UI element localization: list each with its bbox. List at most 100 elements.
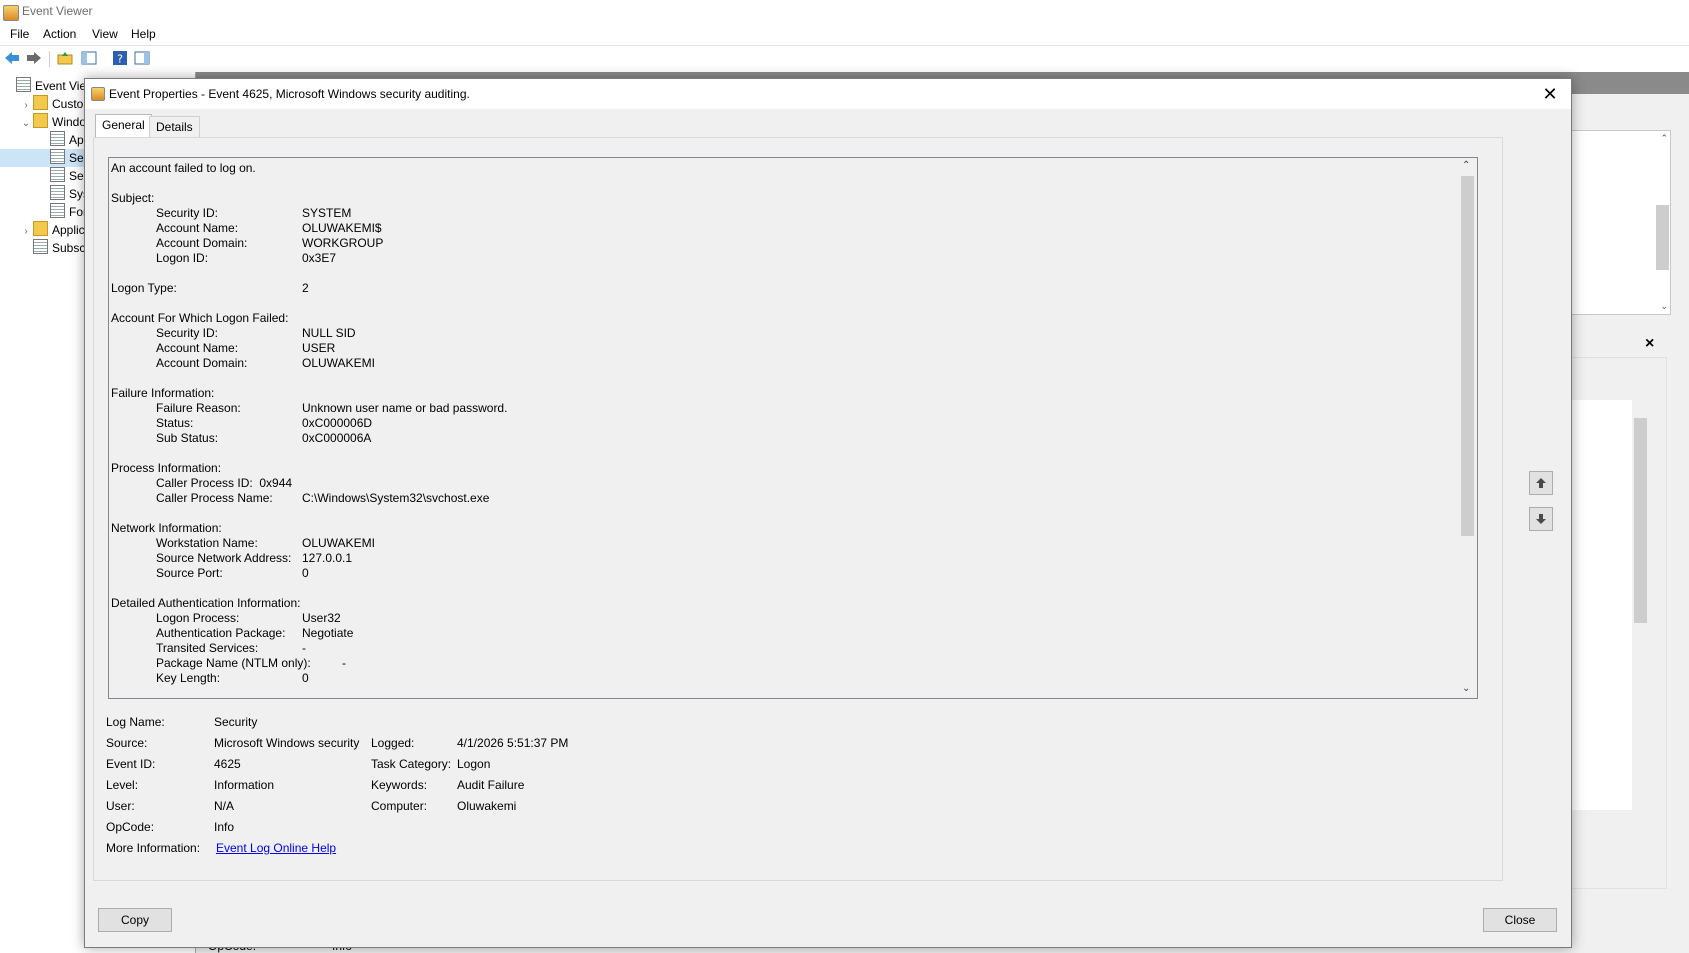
description-value: USER xyxy=(302,341,336,355)
description-label: Source Network Address: xyxy=(156,551,292,565)
description-label: Failure Reason: xyxy=(156,401,241,415)
description-label: Account Domain: xyxy=(156,356,248,370)
menu-help[interactable]: Help xyxy=(129,27,158,41)
description-label: Caller Process Name: xyxy=(156,491,273,505)
app-title: Event Viewer xyxy=(22,4,93,18)
description-value: User32 xyxy=(302,611,341,625)
background-scrollbar-thumb[interactable] xyxy=(1656,205,1669,270)
scroll-up-icon[interactable]: ⌃ xyxy=(1462,160,1470,171)
menu-action[interactable]: Action xyxy=(41,27,78,41)
description-label: Security ID: xyxy=(156,326,219,340)
description-label: Account Name: xyxy=(156,341,239,355)
show-hide-tree-icon[interactable] xyxy=(80,49,98,67)
copy-button[interactable]: Copy xyxy=(98,908,172,932)
forward-icon[interactable] xyxy=(25,49,43,67)
folder-icon xyxy=(33,95,48,110)
log-icon xyxy=(50,167,65,182)
description-value: 127.0.0.1 xyxy=(302,551,353,565)
log-icon xyxy=(16,77,31,92)
description-value: 0 xyxy=(302,671,309,685)
description-label: Package Name (NTLM only): xyxy=(156,656,311,670)
description-label: Account Domain: xyxy=(156,236,248,250)
log-icon xyxy=(50,131,65,146)
dialog-app-icon xyxy=(91,87,105,101)
description-label: Subject: xyxy=(111,191,155,205)
description-label: Authentication Package: xyxy=(156,626,286,640)
log-icon xyxy=(50,149,65,164)
menu-file[interactable]: File xyxy=(8,27,31,41)
description-scrollbar[interactable]: ⌃ ⌄ xyxy=(1459,158,1476,696)
description-label: Status: xyxy=(156,416,194,430)
up-folder-icon[interactable] xyxy=(56,49,74,67)
log-icon xyxy=(50,203,65,218)
background-detail-pane xyxy=(1571,357,1667,889)
folder-icon xyxy=(33,221,48,236)
next-event-button[interactable] xyxy=(1529,507,1553,531)
arrow-down-icon xyxy=(1536,514,1546,524)
scroll-down-icon[interactable]: ⌄ xyxy=(1462,683,1470,694)
background-list: ⌃ ⌄ xyxy=(1571,130,1671,315)
dialog-title: Event Properties - Event 4625, Microsoft… xyxy=(109,87,470,101)
description-value: 0xC000006D xyxy=(302,416,373,430)
description-value: OLUWAKEMI xyxy=(302,536,375,550)
event-description-box[interactable]: An account failed to log on. Subject: Secu… xyxy=(108,157,1478,699)
toolbar: ? xyxy=(0,46,1689,70)
event-viewer-app-icon xyxy=(3,5,19,21)
description-value: Negotiate xyxy=(302,626,354,640)
description-label: An account failed to log on. xyxy=(111,161,256,175)
description-label: Logon Process: xyxy=(156,611,240,625)
svg-text:?: ? xyxy=(117,53,123,66)
description-value: 0x3E7 xyxy=(302,251,337,265)
background-detail-text xyxy=(1572,400,1632,810)
description-label: Network Information: xyxy=(111,521,222,535)
description-value: OLUWAKEMI$ xyxy=(302,221,382,235)
scroll-up-icon[interactable]: ⌃ xyxy=(1660,133,1668,144)
description-label: Account For Which Logon Failed: xyxy=(111,311,289,325)
dialog-title-bar: Event Properties - Event 4625, Microsoft… xyxy=(85,79,1571,109)
log-icon xyxy=(50,185,65,200)
description-label: Process Information: xyxy=(111,461,222,475)
action-pane-icon[interactable] xyxy=(133,49,151,67)
description-value: - xyxy=(302,641,306,655)
dialog-close-icon[interactable]: ✕ xyxy=(1539,83,1561,105)
background-detail-scrollbar-thumb[interactable] xyxy=(1634,418,1647,623)
description-value: C:\Windows\System32\svchost.exe xyxy=(302,491,490,505)
description-scrollbar-thumb[interactable] xyxy=(1461,176,1474,536)
close-button[interactable]: Close xyxy=(1483,908,1557,932)
event-log-online-help-link[interactable]: Event Log Online Help xyxy=(216,841,336,855)
chevron-down-icon[interactable]: ⌄ xyxy=(19,115,33,133)
previous-event-button[interactable] xyxy=(1529,471,1553,495)
background-detail-scrollbar xyxy=(1633,404,1648,804)
description-value: 0xC000006A xyxy=(302,431,372,445)
description-label: Sub Status: xyxy=(156,431,219,445)
description-value: 2 xyxy=(302,281,309,295)
description-label: Caller Process ID: 0x944 xyxy=(156,476,293,490)
description-value: SYSTEM xyxy=(302,206,352,220)
description-value: Unknown user name or bad password. xyxy=(302,401,508,415)
menu-bar: File Action View Help xyxy=(0,24,1689,46)
tab-general[interactable]: General xyxy=(95,114,152,138)
event-properties-dialog: Event Properties - Event 4625, Microsoft… xyxy=(84,78,1572,948)
scroll-down-icon[interactable]: ⌄ xyxy=(1660,301,1668,312)
description-label: Failure Information: xyxy=(111,386,215,400)
description-value: 0 xyxy=(302,566,309,580)
description-label: Detailed Authentication Information: xyxy=(111,596,301,610)
description-value: - xyxy=(302,656,347,670)
description-value: NULL SID xyxy=(302,326,356,340)
help-icon[interactable]: ? xyxy=(111,49,129,67)
toolbar-separator xyxy=(49,51,50,67)
description-label: Logon Type: xyxy=(111,281,177,295)
tab-details[interactable]: Details xyxy=(149,116,200,137)
menu-view[interactable]: View xyxy=(90,27,120,41)
description-label: Account Name: xyxy=(156,221,239,235)
description-label: Transited Services: xyxy=(156,641,259,655)
back-icon[interactable] xyxy=(3,49,21,67)
description-label: Logon ID: xyxy=(156,251,209,265)
app-title-bar: Event Viewer xyxy=(0,0,1689,24)
folder-icon xyxy=(33,113,48,128)
description-label: Key Length: xyxy=(156,671,221,685)
description-label: Security ID: xyxy=(156,206,219,220)
close-icon[interactable]: × xyxy=(1645,335,1654,353)
arrow-up-icon xyxy=(1536,478,1546,488)
description-label: Source Port: xyxy=(156,566,223,580)
